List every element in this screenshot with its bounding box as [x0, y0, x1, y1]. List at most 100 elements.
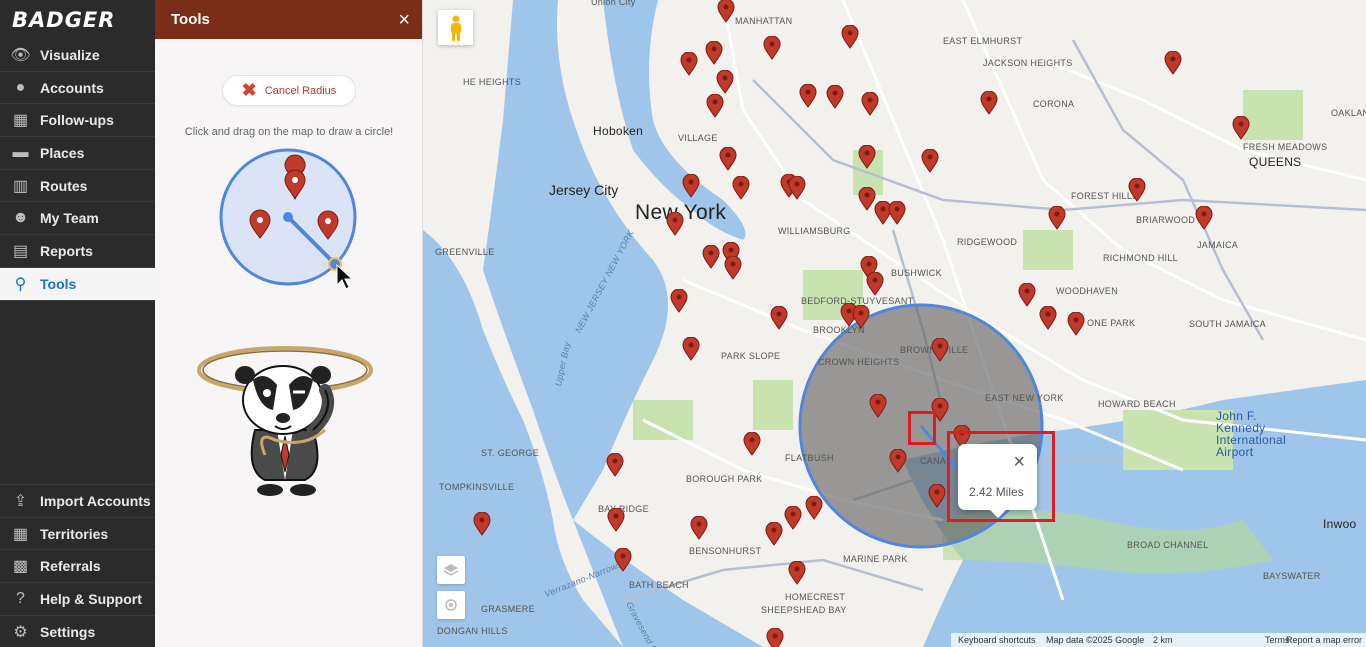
map-label-broad-channel: BROAD CHANNEL [1127, 540, 1209, 550]
nav-label: Help & Support [40, 590, 142, 607]
street-view-pegman[interactable] [438, 10, 473, 45]
map-label-inwood: Inwoo [1323, 517, 1357, 531]
map-marker-icon[interactable] [1232, 116, 1250, 140]
map-marker-icon[interactable] [607, 508, 625, 532]
map-marker-icon[interactable] [1164, 51, 1182, 75]
map-marker-icon[interactable] [931, 338, 949, 362]
map-marker-icon[interactable] [606, 453, 624, 477]
map-marker-icon[interactable] [682, 174, 700, 198]
nav-item-help-support[interactable]: ? Help & Support [0, 582, 155, 615]
nav-item-tools[interactable]: ⚲ Tools [0, 267, 155, 301]
report-map-error-link[interactable]: Report a map error [1286, 635, 1362, 645]
map-marker-icon[interactable] [1048, 206, 1066, 230]
tools-header: Tools × [155, 0, 422, 39]
nav-item-reports[interactable]: ▤ Reports [0, 235, 155, 268]
map-marker-icon[interactable] [763, 36, 781, 60]
map-marker-icon[interactable] [716, 70, 734, 94]
crosshair-icon [445, 599, 457, 611]
map-icon: ▥ [12, 177, 29, 195]
pegman-icon [450, 15, 461, 41]
map-marker-icon[interactable] [1195, 206, 1213, 230]
map-marker-icon[interactable] [858, 145, 876, 169]
map-marker-icon[interactable] [980, 91, 998, 115]
map-label-hoboken: Hoboken [593, 124, 644, 138]
map-marker-icon[interactable] [1039, 306, 1057, 330]
nav-item-settings[interactable]: ⚙ Settings [0, 614, 155, 647]
sidebar: BADGER 👁 Visualize ● Accounts ▦ Follow-ups ▬ Pl… [0, 0, 155, 647]
store-icon: ▬ [12, 143, 29, 161]
nav-item-import-accounts[interactable]: ⇪ Import Accounts [0, 484, 155, 517]
nav-item-my-team[interactable]: ☻ My Team [0, 202, 155, 236]
map-marker-icon[interactable] [670, 289, 688, 313]
map-canvas[interactable]: Union City MANHATTAN HE HEIGHTS Hoboken VILL… [423, 0, 1366, 647]
map-marker-icon[interactable] [719, 147, 737, 171]
map-marker-icon[interactable] [1128, 178, 1146, 202]
map-label-jackson-heights: JACKSON HEIGHTS [983, 58, 1073, 68]
nav-label: Territories [40, 525, 109, 542]
question-icon: ? [16, 589, 25, 607]
map-marker-icon[interactable] [724, 256, 742, 280]
scale-label[interactable]: 2 km [1153, 635, 1173, 645]
map-marker-icon[interactable] [717, 0, 735, 23]
nav-item-follow-ups[interactable]: ▦ Follow-ups [0, 104, 155, 138]
close-icon[interactable]: × [398, 10, 410, 30]
nav-item-places[interactable]: ▬ Places [0, 137, 155, 170]
nav-item-referrals[interactable]: ▩ Referrals [0, 549, 155, 582]
map-marker-icon[interactable] [889, 449, 907, 473]
layers-icon [443, 564, 459, 576]
map-label-jersey-city: Jersey City [549, 182, 619, 198]
map-label-st-george: ST. GEORGE [481, 448, 540, 458]
badger-mascot [197, 346, 373, 496]
map-marker-icon[interactable] [706, 94, 724, 118]
map-label-bayswater: BAYSWATER [1263, 571, 1321, 581]
map-marker-icon[interactable] [702, 245, 720, 269]
map-marker-icon[interactable] [666, 212, 684, 236]
eye-icon: 👁 [10, 46, 31, 64]
map-marker-icon[interactable] [841, 25, 859, 49]
map-marker-icon[interactable] [1018, 283, 1036, 307]
map-marker-icon[interactable] [805, 496, 823, 520]
nav-item-territories[interactable]: ▦ Territories [0, 516, 155, 550]
map-marker-icon[interactable] [765, 522, 783, 546]
map-marker-icon[interactable] [784, 506, 802, 530]
map-label-queens: QUEENS [1249, 155, 1302, 169]
map-marker-icon[interactable] [888, 201, 906, 225]
map-marker-icon[interactable] [861, 92, 879, 116]
nav-item-visualize[interactable]: 👁 Visualize [0, 39, 155, 72]
map-marker-icon[interactable] [852, 305, 870, 329]
brand-name: BADGER [12, 7, 116, 32]
map-marker-icon[interactable] [799, 84, 817, 108]
my-location-button[interactable] [437, 591, 465, 619]
map-label-briarwood: BRIARWOOD [1136, 215, 1196, 225]
map-marker-icon[interactable] [682, 337, 700, 361]
map-marker-icon[interactable] [869, 394, 887, 418]
map-marker-icon[interactable] [826, 85, 844, 109]
radius-info-window: × 2.42 Miles [958, 444, 1037, 518]
map-marker-icon[interactable] [680, 52, 698, 76]
close-icon[interactable]: × [1013, 452, 1025, 472]
map-marker-icon[interactable] [690, 516, 708, 540]
map-marker-icon[interactable] [473, 512, 491, 536]
map-marker-icon[interactable] [921, 149, 939, 173]
layers-button[interactable] [437, 556, 465, 584]
keyboard-shortcuts-link[interactable]: Keyboard shortcuts [958, 635, 1036, 645]
map-marker-icon[interactable] [928, 484, 946, 508]
chart-icon: ▤ [12, 242, 29, 260]
map-marker-icon[interactable] [614, 548, 632, 572]
map-marker-icon[interactable] [705, 41, 723, 65]
map-marker-icon[interactable] [770, 306, 788, 330]
user-icon: ● [15, 78, 26, 96]
nav-item-accounts[interactable]: ● Accounts [0, 72, 155, 105]
map-footer: Keyboard shortcuts Map data ©2025 Google… [423, 633, 1366, 647]
cancel-radius-button[interactable]: ✖ Cancel Radius [222, 75, 356, 106]
map-marker-icon[interactable] [866, 272, 884, 296]
nav-item-routes[interactable]: ▥ Routes [0, 170, 155, 203]
map-label-marine-park: MARINE PARK [843, 554, 908, 564]
map-marker-icon[interactable] [1067, 312, 1085, 336]
map-marker-icon[interactable] [732, 176, 750, 200]
map-marker-icon[interactable] [788, 176, 806, 200]
map-marker-icon[interactable] [743, 432, 761, 456]
map-marker-icon[interactable] [788, 561, 806, 585]
brand-logo[interactable]: BADGER [0, 0, 155, 39]
map-label-union-city: Union City [591, 0, 636, 7]
